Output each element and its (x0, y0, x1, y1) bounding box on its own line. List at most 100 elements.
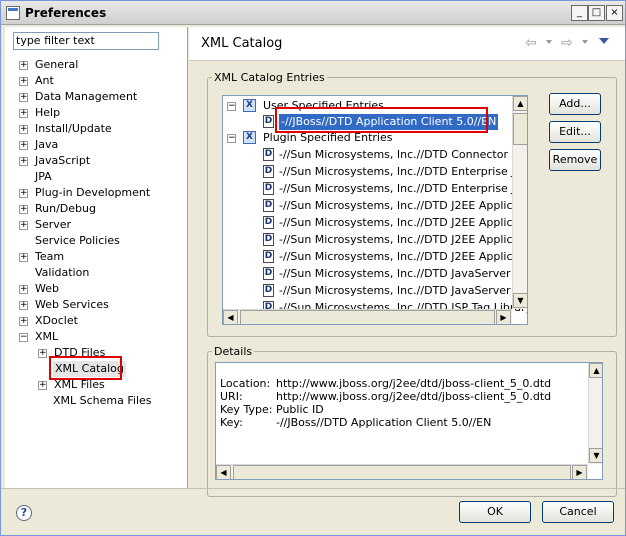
scroll-left-arrow-icon[interactable]: ◀ (223, 310, 238, 324)
dtd-file-icon: D (263, 216, 274, 229)
dtd-file-icon: D (263, 233, 274, 246)
detail-key: Key Type: (220, 403, 273, 416)
tree-item-xml-schema-files[interactable]: XML Schema Files (53, 393, 152, 409)
tree-item-label: Service Policies (35, 234, 120, 247)
expand-icon[interactable]: + (19, 221, 28, 230)
expand-icon[interactable]: + (38, 381, 47, 390)
forward-arrow-icon[interactable]: ⇨ (561, 35, 573, 51)
cancel-button[interactable]: Cancel (542, 501, 614, 523)
tree-item-label: Web Services (35, 298, 109, 311)
collapse-icon[interactable]: − (227, 102, 236, 111)
scroll-up-arrow-icon[interactable]: ▲ (589, 363, 602, 378)
help-icon[interactable]: ? (16, 505, 32, 521)
dtd-file-icon: D (263, 165, 274, 178)
tree-item-label: Plug-in Development (35, 186, 151, 199)
highlight-annotation-jboss-entry (275, 107, 488, 133)
close-button[interactable]: × (606, 5, 623, 21)
scroll-up-arrow-icon[interactable]: ▲ (513, 96, 527, 111)
tree-item-label: General (35, 58, 79, 71)
entry-label: -//Sun Microsystems, Inc.//DTD Enterpris… (279, 165, 528, 178)
expand-icon[interactable]: + (19, 61, 28, 70)
ok-button[interactable]: OK (459, 501, 531, 523)
tree-item-label: Web (35, 282, 59, 295)
detail-key: URI: (220, 390, 243, 403)
scroll-right-arrow-icon[interactable]: ▶ (572, 465, 587, 479)
scroll-right-arrow-icon[interactable]: ▶ (496, 310, 511, 324)
scroll-thumb-horizontal[interactable] (233, 465, 571, 479)
entries-horizontal-scrollbar[interactable]: ◀ ▶ (223, 309, 512, 324)
details-vertical-scrollbar[interactable]: ▲ ▼ (588, 363, 602, 464)
scroll-thumb-horizontal[interactable] (240, 310, 495, 324)
entry-label: -//Sun Microsystems, Inc.//DTD JavaServe… (279, 284, 528, 297)
add-button[interactable]: Add... (549, 93, 601, 115)
dtd-file-icon: D (263, 267, 274, 280)
catalog-entries-label: XML Catalog Entries (214, 71, 325, 84)
detail-value: -//JBoss//DTD Application Client 5.0//EN (276, 416, 492, 429)
back-dropdown-icon[interactable] (546, 40, 552, 44)
detail-value: Public ID (276, 403, 324, 416)
entry-label: -//Sun Microsystems, Inc.//DTD Enterpris… (279, 182, 528, 195)
highlight-annotation-xml-catalog (49, 356, 122, 380)
scroll-down-arrow-icon[interactable]: ▼ (589, 448, 602, 463)
catalog-icon: X (243, 99, 256, 112)
expand-icon[interactable]: + (19, 253, 28, 262)
minimize-button[interactable]: _ (571, 5, 588, 21)
dtd-file-icon: D (263, 250, 274, 263)
details-label: Details (214, 345, 253, 358)
dtd-file-icon: D (263, 199, 274, 212)
tree-item-label: JavaScript (35, 154, 91, 167)
tree-item-label: Validation (35, 266, 90, 279)
detail-key: Location: (220, 377, 271, 390)
scroll-thumb[interactable] (513, 113, 527, 145)
entry-label: -//Sun Microsystems, Inc.//DTD JavaServe… (279, 267, 528, 280)
forward-dropdown-icon[interactable] (582, 40, 588, 44)
details-horizontal-scrollbar[interactable]: ◀ ▶ (216, 464, 588, 479)
tree-item-label: XML Schema Files (53, 394, 152, 407)
collapse-icon[interactable]: − (19, 333, 28, 342)
edit-button[interactable]: Edit... (549, 121, 601, 143)
entry-label: -//Sun Microsystems, Inc.//DTD J2EE Appl… (279, 216, 528, 229)
expand-icon[interactable]: + (19, 93, 28, 102)
tree-item-label: Data Management (35, 90, 138, 103)
window-icon (6, 6, 20, 20)
entry-label: -//Sun Microsystems, Inc.//DTD J2EE Appl… (279, 233, 528, 246)
dtd-file-icon: D (263, 148, 274, 161)
maximize-button[interactable]: □ (588, 5, 605, 21)
preferences-window: Preferences _ □ × type filter text + Gene… (0, 0, 626, 536)
expand-icon[interactable]: + (19, 141, 28, 150)
tree-item-label: Help (35, 106, 61, 119)
tree-item-label: XDoclet (35, 314, 78, 327)
expand-icon[interactable]: + (19, 109, 28, 118)
back-arrow-icon[interactable]: ⇦ (525, 35, 537, 51)
expand-icon[interactable]: + (19, 301, 28, 310)
tree-item-label: Java (35, 138, 59, 151)
detail-value: http://www.jboss.org/j2ee/dtd/jboss-clie… (276, 377, 552, 390)
tree-item-label: Ant (35, 74, 54, 87)
expand-icon[interactable]: + (19, 77, 28, 86)
dtd-file-icon: D (263, 182, 274, 195)
tree-item-label: XML (35, 330, 59, 343)
view-menu-icon[interactable] (599, 38, 609, 44)
remove-button[interactable]: Remove (549, 149, 601, 171)
scroll-left-arrow-icon[interactable]: ◀ (216, 465, 231, 479)
collapse-icon[interactable]: − (227, 134, 236, 143)
entries-vertical-scrollbar[interactable]: ▲ ▼ (512, 96, 527, 309)
filter-input[interactable]: type filter text (13, 32, 159, 50)
expand-icon[interactable]: + (19, 125, 28, 134)
details-text-area[interactable]: Location: http://www.jboss.org/j2ee/dtd/j… (215, 362, 603, 480)
title-bar[interactable]: Preferences _ □ × (1, 1, 625, 25)
xml-catalog-page: XML Catalog ⇦ ⇨ XML Catalog Entries Deta… (189, 27, 625, 497)
scroll-down-arrow-icon[interactable]: ▼ (513, 293, 527, 308)
expand-icon[interactable]: + (19, 285, 28, 294)
page-header: XML Catalog ⇦ ⇨ (189, 27, 625, 61)
expand-icon[interactable]: + (38, 349, 47, 358)
window-title: Preferences (25, 6, 107, 20)
tree-item-label: Team (35, 250, 65, 263)
page-title: XML Catalog (201, 36, 283, 51)
expand-icon[interactable]: + (19, 189, 28, 198)
expand-icon[interactable]: + (19, 317, 28, 326)
expand-icon[interactable]: + (19, 157, 28, 166)
preferences-navigation: type filter text + General + Ant + Data Man… (5, 27, 188, 488)
expand-icon[interactable]: + (19, 205, 28, 214)
dtd-file-icon: D (263, 115, 274, 128)
